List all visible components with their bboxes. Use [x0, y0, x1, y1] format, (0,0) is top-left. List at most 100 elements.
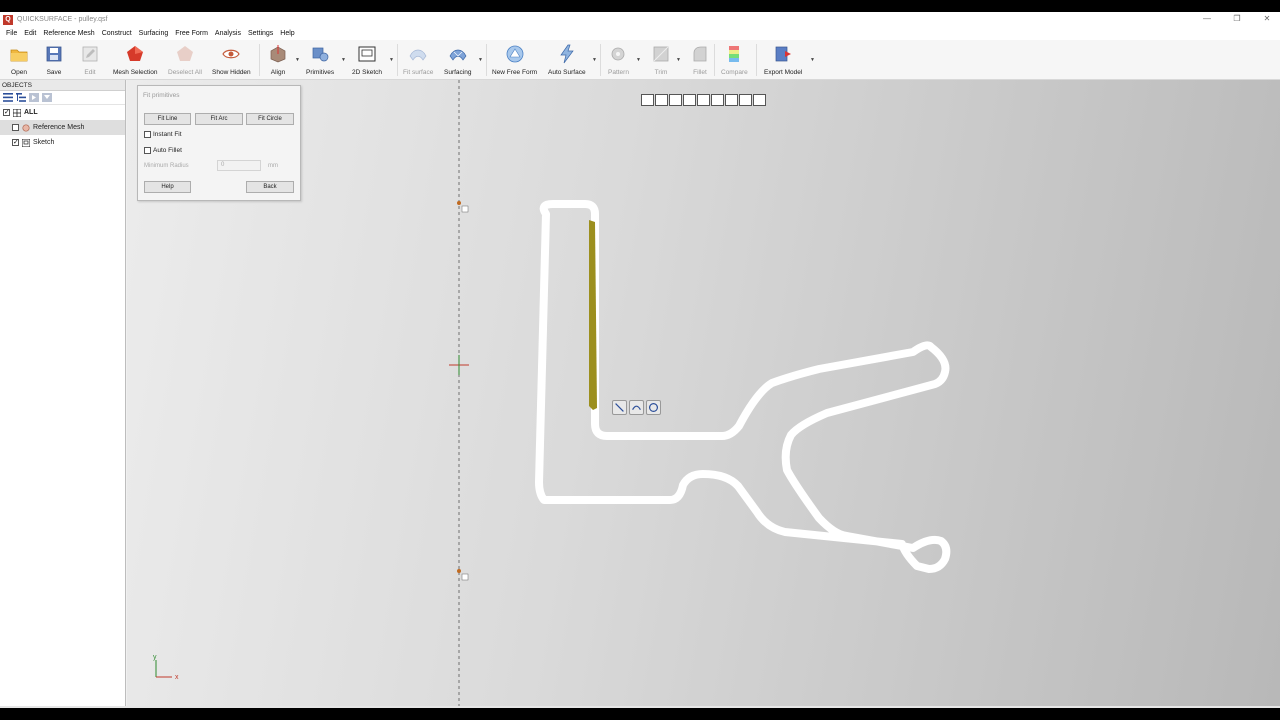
- toolbar-separator: [756, 44, 757, 76]
- tree-item-all[interactable]: ✓ ALL: [0, 105, 125, 120]
- mesh-icon: [22, 123, 30, 132]
- view-bottom-icon[interactable]: [725, 94, 738, 106]
- auto-fillet-box[interactable]: [144, 147, 151, 154]
- 2d-sketch-button[interactable]: 2D Sketch: [352, 42, 382, 76]
- menu-free-form[interactable]: Free Form: [175, 30, 208, 37]
- menu-edit[interactable]: Edit: [24, 30, 36, 37]
- open-button[interactable]: Open: [9, 42, 29, 76]
- align-button[interactable]: Align: [268, 42, 288, 76]
- menu-construct[interactable]: Construct: [102, 30, 132, 37]
- tree-icon[interactable]: [16, 93, 26, 102]
- export-dropdown-arrow-icon[interactable]: ▼: [810, 57, 815, 63]
- folder-icon: [10, 49, 28, 62]
- minimize-icon[interactable]: —: [1202, 14, 1212, 23]
- show-hidden-button[interactable]: Show Hidden: [212, 42, 251, 76]
- menu-reference-mesh[interactable]: Reference Mesh: [43, 30, 94, 37]
- fillet-button[interactable]: Fillet: [690, 42, 710, 76]
- restore-icon[interactable]: ❐: [1232, 14, 1242, 23]
- status-bar: [0, 706, 1280, 708]
- list-icon[interactable]: [3, 93, 13, 102]
- objects-panel: OBJECTS ✓ ALL Reference Mesh ✓ Sketch: [0, 80, 126, 706]
- instant-fit-box[interactable]: [144, 131, 151, 138]
- instant-fit-checkbox[interactable]: Instant Fit: [144, 131, 182, 138]
- deselect-all-button[interactable]: Deselect All: [168, 42, 202, 76]
- auto-surface-button[interactable]: Auto Surface: [548, 42, 586, 76]
- sketch-icon: [22, 138, 30, 147]
- fit-surface-button[interactable]: Fit surface: [403, 42, 433, 76]
- trim-dropdown-arrow-icon[interactable]: ▼: [676, 57, 681, 63]
- view-left-icon[interactable]: [683, 94, 696, 106]
- pattern-dropdown-arrow-icon[interactable]: ▼: [636, 57, 641, 63]
- title-bar: Q QUICKSURFACE - pulley.qsf — ❐ ✕: [0, 12, 1280, 27]
- main-toolbar: Open Save Edit Mesh Selection Deselect A…: [0, 40, 1280, 80]
- align-dropdown-arrow-icon[interactable]: ▼: [295, 57, 300, 63]
- fit-circle-button[interactable]: Fit Circle: [246, 113, 294, 125]
- trim-button[interactable]: Trim: [651, 42, 671, 76]
- help-button[interactable]: Help: [144, 181, 191, 193]
- export-model-button[interactable]: Export Model: [764, 42, 802, 76]
- axis-endpoint-top[interactable]: [457, 201, 461, 205]
- window-title: QUICKSURFACE - pulley.qsf: [17, 16, 108, 23]
- view-top-icon[interactable]: [711, 94, 724, 106]
- checkbox-reference-mesh[interactable]: [12, 124, 19, 131]
- objects-panel-header: OBJECTS: [0, 80, 125, 91]
- menu-analysis[interactable]: Analysis: [215, 30, 241, 37]
- floppy-disk-icon: [46, 46, 62, 62]
- zoom-fit-icon[interactable]: [641, 94, 654, 106]
- expand-icon[interactable]: [29, 93, 39, 102]
- minimum-radius-input[interactable]: 0: [217, 160, 261, 171]
- fit-circle-icon[interactable]: [646, 400, 661, 415]
- view-front-icon[interactable]: [655, 94, 668, 106]
- save-button[interactable]: Save: [44, 42, 64, 76]
- auto-surface-dropdown-arrow-icon[interactable]: ▼: [592, 57, 597, 63]
- toolbar-separator: [600, 44, 601, 76]
- toolbar-separator: [714, 44, 715, 76]
- view-right-icon[interactable]: [697, 94, 710, 106]
- compare-button[interactable]: Compare: [721, 42, 748, 76]
- fit-arc-button[interactable]: Fit Arc: [195, 113, 243, 125]
- filter-icon[interactable]: [42, 93, 52, 102]
- app-logo-icon: Q: [3, 14, 13, 25]
- tree-item-sketch[interactable]: ✓ Sketch: [0, 135, 125, 150]
- fit-primitives-dialog: Fit primitives Fit Line Fit Arc Fit Circ…: [137, 85, 301, 201]
- checkbox-all[interactable]: ✓: [3, 109, 10, 116]
- toolbar-separator: [397, 44, 398, 76]
- view-axis-icon[interactable]: [753, 94, 766, 106]
- primitives-button[interactable]: Primitives: [306, 42, 334, 76]
- close-icon[interactable]: ✕: [1262, 14, 1272, 23]
- tree-item-reference-mesh[interactable]: Reference Mesh: [0, 120, 125, 135]
- color-map-icon: [729, 46, 740, 62]
- eye-icon: [222, 49, 241, 59]
- minimum-radius-label: Minimum Radius: [144, 163, 189, 169]
- menu-settings[interactable]: Settings: [248, 30, 273, 37]
- menu-file[interactable]: File: [6, 30, 17, 37]
- lightning-icon: [560, 44, 574, 64]
- back-button[interactable]: Back: [246, 181, 294, 193]
- pattern-button[interactable]: Pattern: [608, 42, 629, 76]
- menu-help[interactable]: Help: [280, 30, 294, 37]
- mesh-cross-section[interactable]: [535, 200, 951, 573]
- surfacing-dropdown-arrow-icon[interactable]: ▼: [478, 57, 483, 63]
- fillet-icon: [693, 46, 707, 62]
- axis-endpoint-bottom[interactable]: [457, 569, 461, 573]
- view-toolbar: [641, 94, 766, 106]
- menu-bar: File Edit Reference Mesh Construct Surfa…: [0, 27, 1280, 40]
- sketch-icon: [358, 46, 376, 62]
- view-iso-icon[interactable]: [739, 94, 752, 106]
- primitives-dropdown-arrow-icon[interactable]: ▼: [341, 57, 346, 63]
- sketch-dropdown-arrow-icon[interactable]: ▼: [389, 57, 394, 63]
- triad-x-label: x: [175, 674, 179, 681]
- mesh-selection-button[interactable]: Mesh Selection: [113, 42, 157, 76]
- menu-surfacing[interactable]: Surfacing: [139, 30, 169, 37]
- new-free-form-button[interactable]: New Free Form: [492, 42, 537, 76]
- triad-y-label: y: [153, 654, 157, 661]
- fit-line-button[interactable]: Fit Line: [144, 113, 191, 125]
- fit-line-icon[interactable]: [612, 400, 627, 415]
- checkbox-sketch[interactable]: ✓: [12, 139, 19, 146]
- view-back-icon[interactable]: [669, 94, 682, 106]
- fit-arc-icon[interactable]: [629, 400, 644, 415]
- edit-pencil-icon: [82, 46, 98, 62]
- surfacing-button[interactable]: Surfacing: [444, 42, 471, 76]
- auto-fillet-checkbox[interactable]: Auto Fillet: [144, 147, 182, 154]
- edit-button[interactable]: Edit: [80, 42, 100, 76]
